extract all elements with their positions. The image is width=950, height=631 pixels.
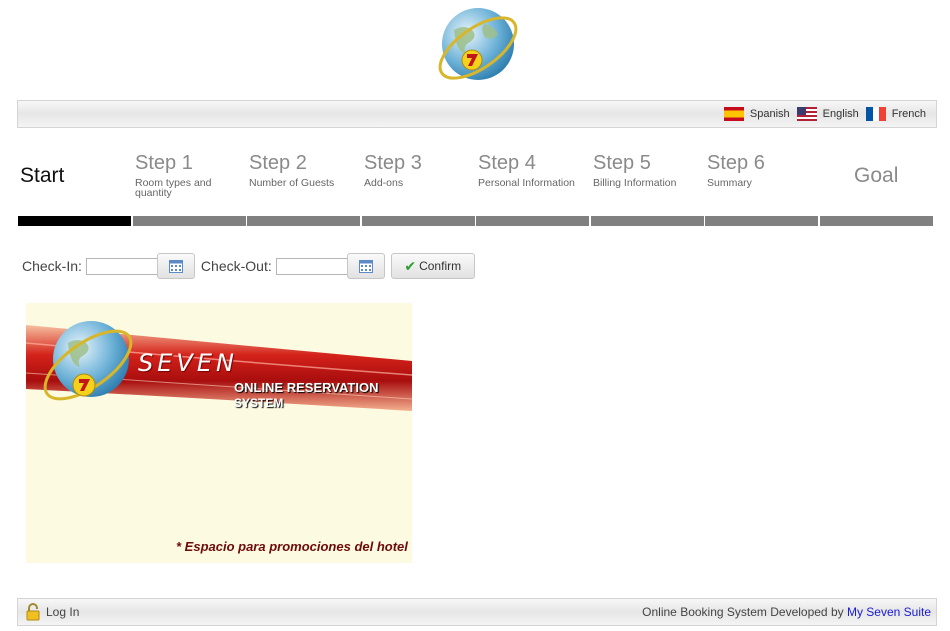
step-progress-bar [476,216,589,226]
step-progress-bar [133,216,246,226]
checkout-calendar-button[interactable] [346,253,385,279]
promo-tagline-line1: ONLINE RESERVATION [234,380,379,395]
step-subtitle: Add-ons [364,177,404,189]
step-progress-bar [247,216,360,226]
step-title: Start [20,164,65,187]
step-title: Step 6 [707,152,765,174]
step-progress-bar [362,216,475,226]
my-seven-suite-link[interactable]: My Seven Suite [847,605,931,619]
step-progress-bar [591,216,704,226]
step-progress-bar [18,216,131,226]
checkout-label: Check-Out: [200,258,272,274]
promo-note: * Espacio para promociones del hotel [176,539,408,554]
step-subtitle: Summary [707,177,752,189]
language-label: English [822,108,859,120]
lock-icon [26,603,40,621]
step-title: Goal [854,164,899,187]
step-subtitle: Personal Information [478,177,575,189]
step-progress-bar [705,216,818,226]
step-subtitle: Room types and quantity [135,177,212,199]
header-logo [432,4,524,84]
date-selection-row: Check-In: Check-Out: ✔ Confirm [22,253,475,279]
spain-flag-icon [723,107,744,121]
promo-background-graphic [26,321,412,411]
step-3: Step 3 Add-ons [362,140,475,226]
language-bar: Spanish English French [17,100,937,128]
step-title: Step 4 [478,152,536,174]
login-button[interactable]: Log In [26,603,79,621]
usa-flag-icon [796,107,817,121]
promo-tagline-line2: SYSTEM [234,396,284,410]
checkmark-icon: ✔ [404,257,417,274]
promo-brand: SEVEN [138,349,238,377]
checkin-calendar-button[interactable] [156,253,195,279]
footer-bar: Log In Online Booking System Developed b… [17,598,937,626]
checkin-label: Check-In: [22,258,82,274]
step-title: Step 3 [364,152,422,174]
step-6: Step 6 Summary [705,140,818,226]
checkin-date-input[interactable] [85,257,158,275]
calendar-icon [168,259,183,273]
step-subtitle: Number of Guests [249,177,335,189]
step-title: Step 5 [593,152,651,174]
france-flag-icon [865,107,886,121]
step-title: Step 2 [249,152,307,174]
step-progress-bar [820,216,933,226]
language-english[interactable]: English [796,107,859,121]
step-5: Step 5 Billing Information [591,140,704,226]
checkout-date-input[interactable] [275,257,348,275]
step-2: Step 2 Number of Guests [247,140,360,226]
booking-steps: Start Step 1 Room types and quantity Ste… [18,140,934,226]
promo-banner: SEVEN ONLINE RESERVATION SYSTEM * Espaci… [26,303,412,563]
language-label: French [891,108,926,120]
step-1: Step 1 Room types and quantity [133,140,246,226]
step-goal: Goal [820,140,933,226]
footer-credit: Online Booking System Developed by My Se… [642,605,931,619]
language-spanish[interactable]: Spanish [723,107,790,121]
step-4: Step 4 Personal Information [476,140,589,226]
language-french[interactable]: French [865,107,926,121]
globe-seven-logo-icon [438,8,518,80]
language-label: Spanish [749,108,790,120]
step-subtitle: Billing Information [593,177,677,189]
credit-text: Online Booking System Developed by [642,605,847,619]
step-title: Step 1 [135,152,193,174]
confirm-button[interactable]: ✔ Confirm [390,253,475,279]
calendar-icon [358,259,373,273]
login-label: Log In [46,605,80,619]
step-start: Start [18,140,131,226]
confirm-label: Confirm [419,259,462,273]
